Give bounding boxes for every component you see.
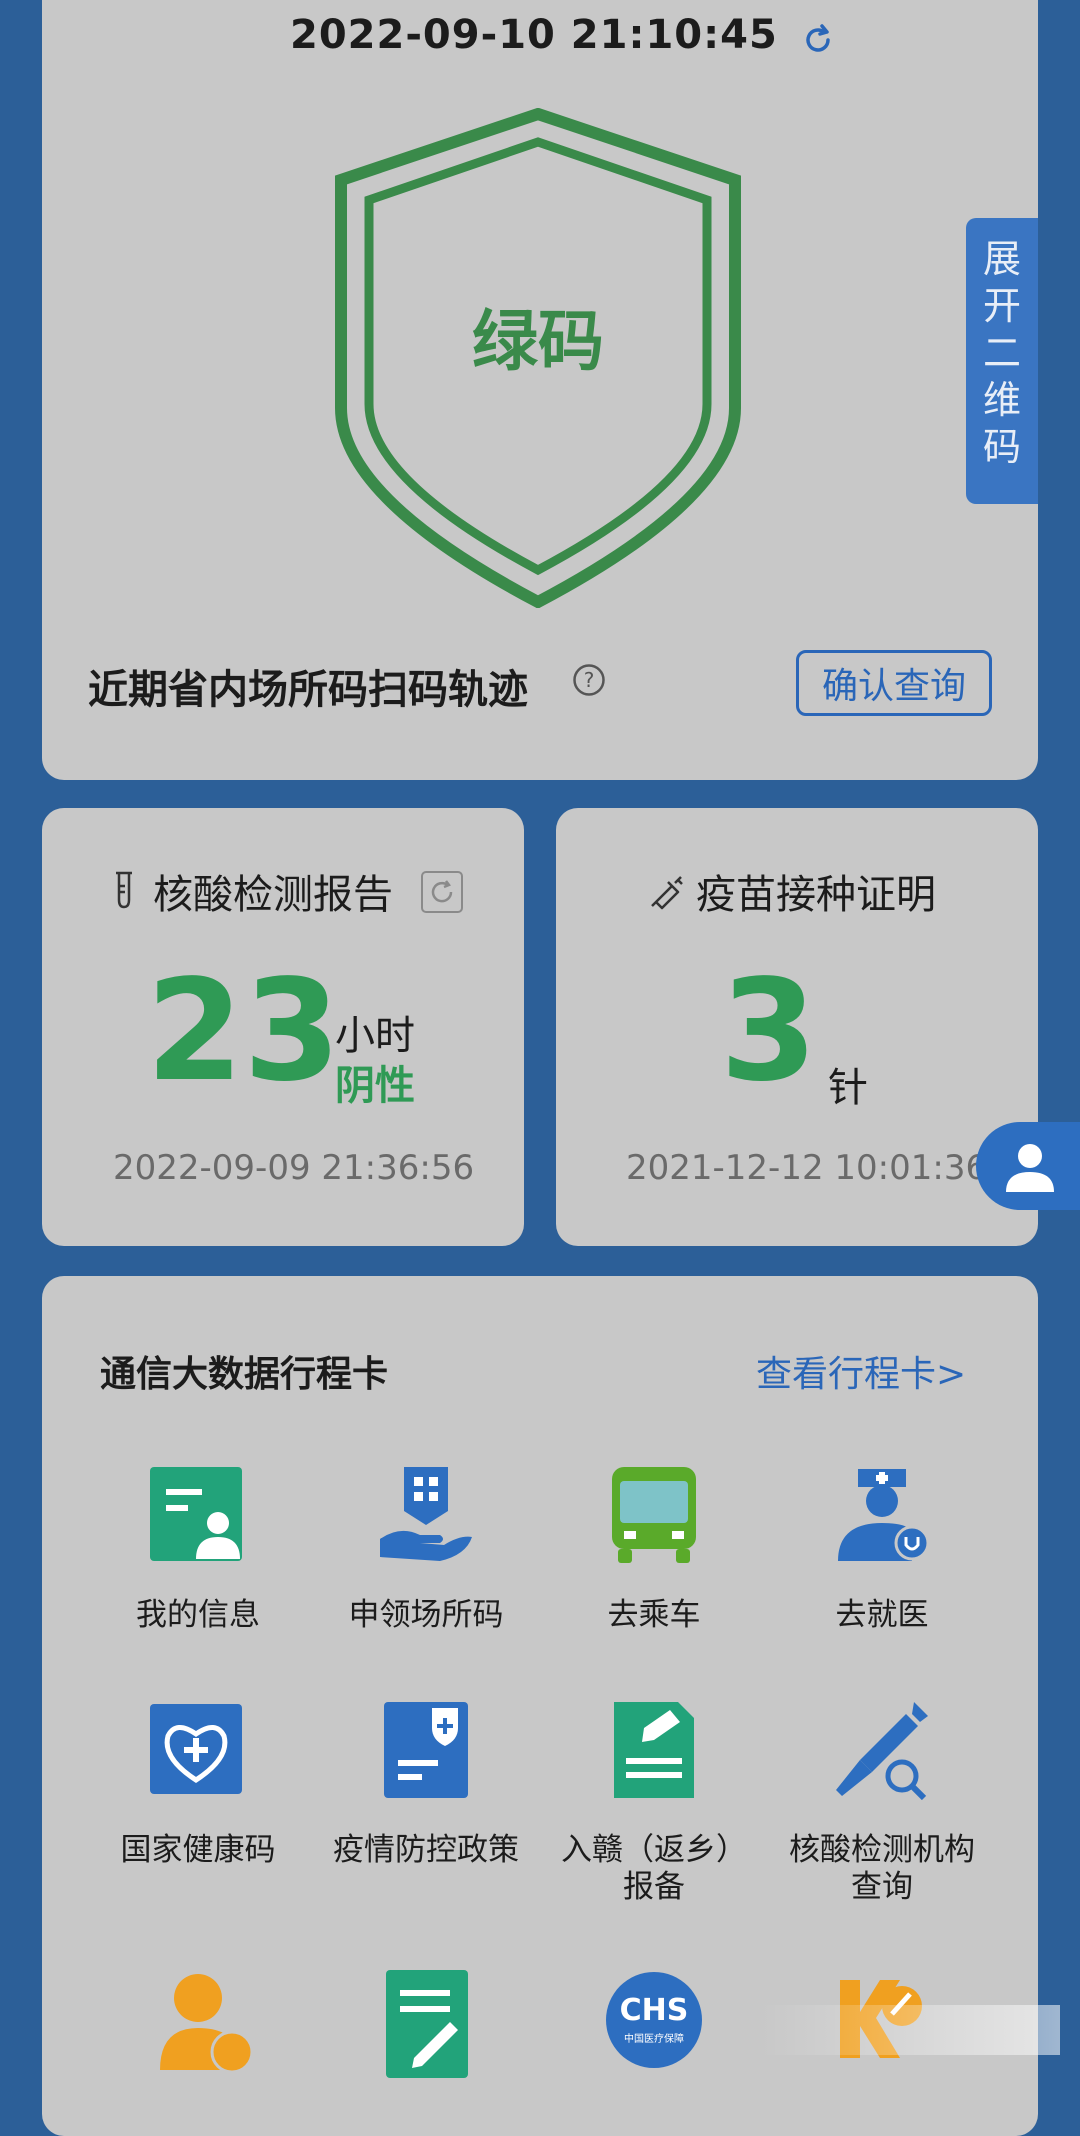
nucleic-hours: 23 bbox=[146, 950, 341, 1113]
vaccine-title: 疫苗接种证明 bbox=[696, 872, 936, 918]
tile-test-institution[interactable]: 核酸检测机构 查询 bbox=[772, 1700, 992, 1906]
vaccine-doses: 3 bbox=[720, 950, 818, 1113]
tile-bus[interactable]: 去乘车 bbox=[544, 1465, 764, 1634]
tile-policy[interactable]: 疫情防控政策 bbox=[316, 1700, 536, 1869]
timestamp: 2022-09-10 21:10:45 bbox=[290, 12, 778, 58]
expand-tab-char: 码 bbox=[982, 425, 1021, 469]
syringe-icon bbox=[651, 876, 683, 910]
id-card-icon bbox=[150, 1467, 242, 1561]
confirm-query-button[interactable]: 确认查询 bbox=[796, 650, 992, 716]
syringe-search-icon bbox=[836, 1702, 928, 1801]
policy-document-icon bbox=[384, 1702, 468, 1798]
chs-subtext: 中国医疗保障 bbox=[624, 2032, 684, 2045]
nucleic-date: 2022-09-09 21:36:56 bbox=[113, 1148, 475, 1188]
health-code-status: 绿码 bbox=[472, 303, 604, 380]
tile-label: 去就医 bbox=[835, 1597, 929, 1633]
itinerary-card-label: 通信大数据行程卡 bbox=[100, 1354, 389, 1395]
tile-label: 申领场所码 bbox=[348, 1597, 504, 1633]
nucleic-result: 阴性 bbox=[335, 1063, 415, 1109]
tile-label: 核酸检测机构 查询 bbox=[789, 1832, 975, 1905]
tile-label: 国家健康码 bbox=[120, 1832, 276, 1868]
medical-insurance-icon[interactable]: CHS 中国医疗保障 bbox=[604, 1970, 704, 2070]
chs-text: CHS bbox=[620, 1993, 689, 2028]
test-tube-icon bbox=[116, 871, 132, 909]
report-document-icon bbox=[614, 1702, 694, 1798]
vaccine-date: 2021-12-12 10:01:36 bbox=[626, 1148, 988, 1188]
expand-tab-char: 二 bbox=[982, 331, 1021, 375]
edit-document-icon[interactable] bbox=[384, 1968, 470, 2080]
refresh-icon[interactable] bbox=[800, 22, 836, 58]
tile-label: 我的信息 bbox=[136, 1597, 260, 1633]
heart-plus-icon bbox=[150, 1704, 242, 1794]
tile-national-health-code[interactable]: 国家健康码 bbox=[88, 1700, 308, 1869]
tile-doctor[interactable]: 去就医 bbox=[772, 1465, 992, 1634]
user-icon bbox=[1006, 1144, 1054, 1192]
watermark bbox=[760, 2005, 1060, 2055]
expand-tab-char: 维 bbox=[982, 378, 1021, 422]
refresh-small-icon[interactable] bbox=[420, 870, 464, 914]
tile-label: 入赣（返乡） 报备 bbox=[561, 1832, 747, 1905]
vaccine-unit: 针 bbox=[828, 1065, 868, 1111]
svg-text:?: ? bbox=[584, 668, 595, 692]
expand-qr-code-tab[interactable]: 展 开 二 维 码 bbox=[966, 218, 1038, 504]
tile-label: 疫情防控政策 bbox=[333, 1832, 519, 1868]
nucleic-title: 核酸检测报告 bbox=[153, 872, 393, 918]
tile-entry-report[interactable]: 入赣（返乡） 报备 bbox=[544, 1700, 764, 1906]
qr-hand-icon bbox=[380, 1467, 472, 1561]
view-itinerary-link[interactable]: 查看行程卡> bbox=[756, 1345, 966, 1397]
bus-icon bbox=[612, 1467, 696, 1563]
tile-place-code[interactable]: 申领场所码 bbox=[316, 1465, 536, 1634]
track-label: 近期省内场所码扫码轨迹 bbox=[88, 667, 528, 713]
user-float-button[interactable] bbox=[976, 1122, 1080, 1210]
tile-my-info[interactable]: 我的信息 bbox=[88, 1465, 308, 1634]
help-icon[interactable]: ? bbox=[572, 663, 606, 697]
doctor-icon bbox=[838, 1469, 930, 1561]
expand-tab-char: 展 bbox=[982, 237, 1021, 281]
user-qr-icon[interactable] bbox=[158, 1970, 254, 2080]
expand-tab-char: 开 bbox=[982, 284, 1021, 328]
tile-label: 去乘车 bbox=[607, 1597, 701, 1633]
